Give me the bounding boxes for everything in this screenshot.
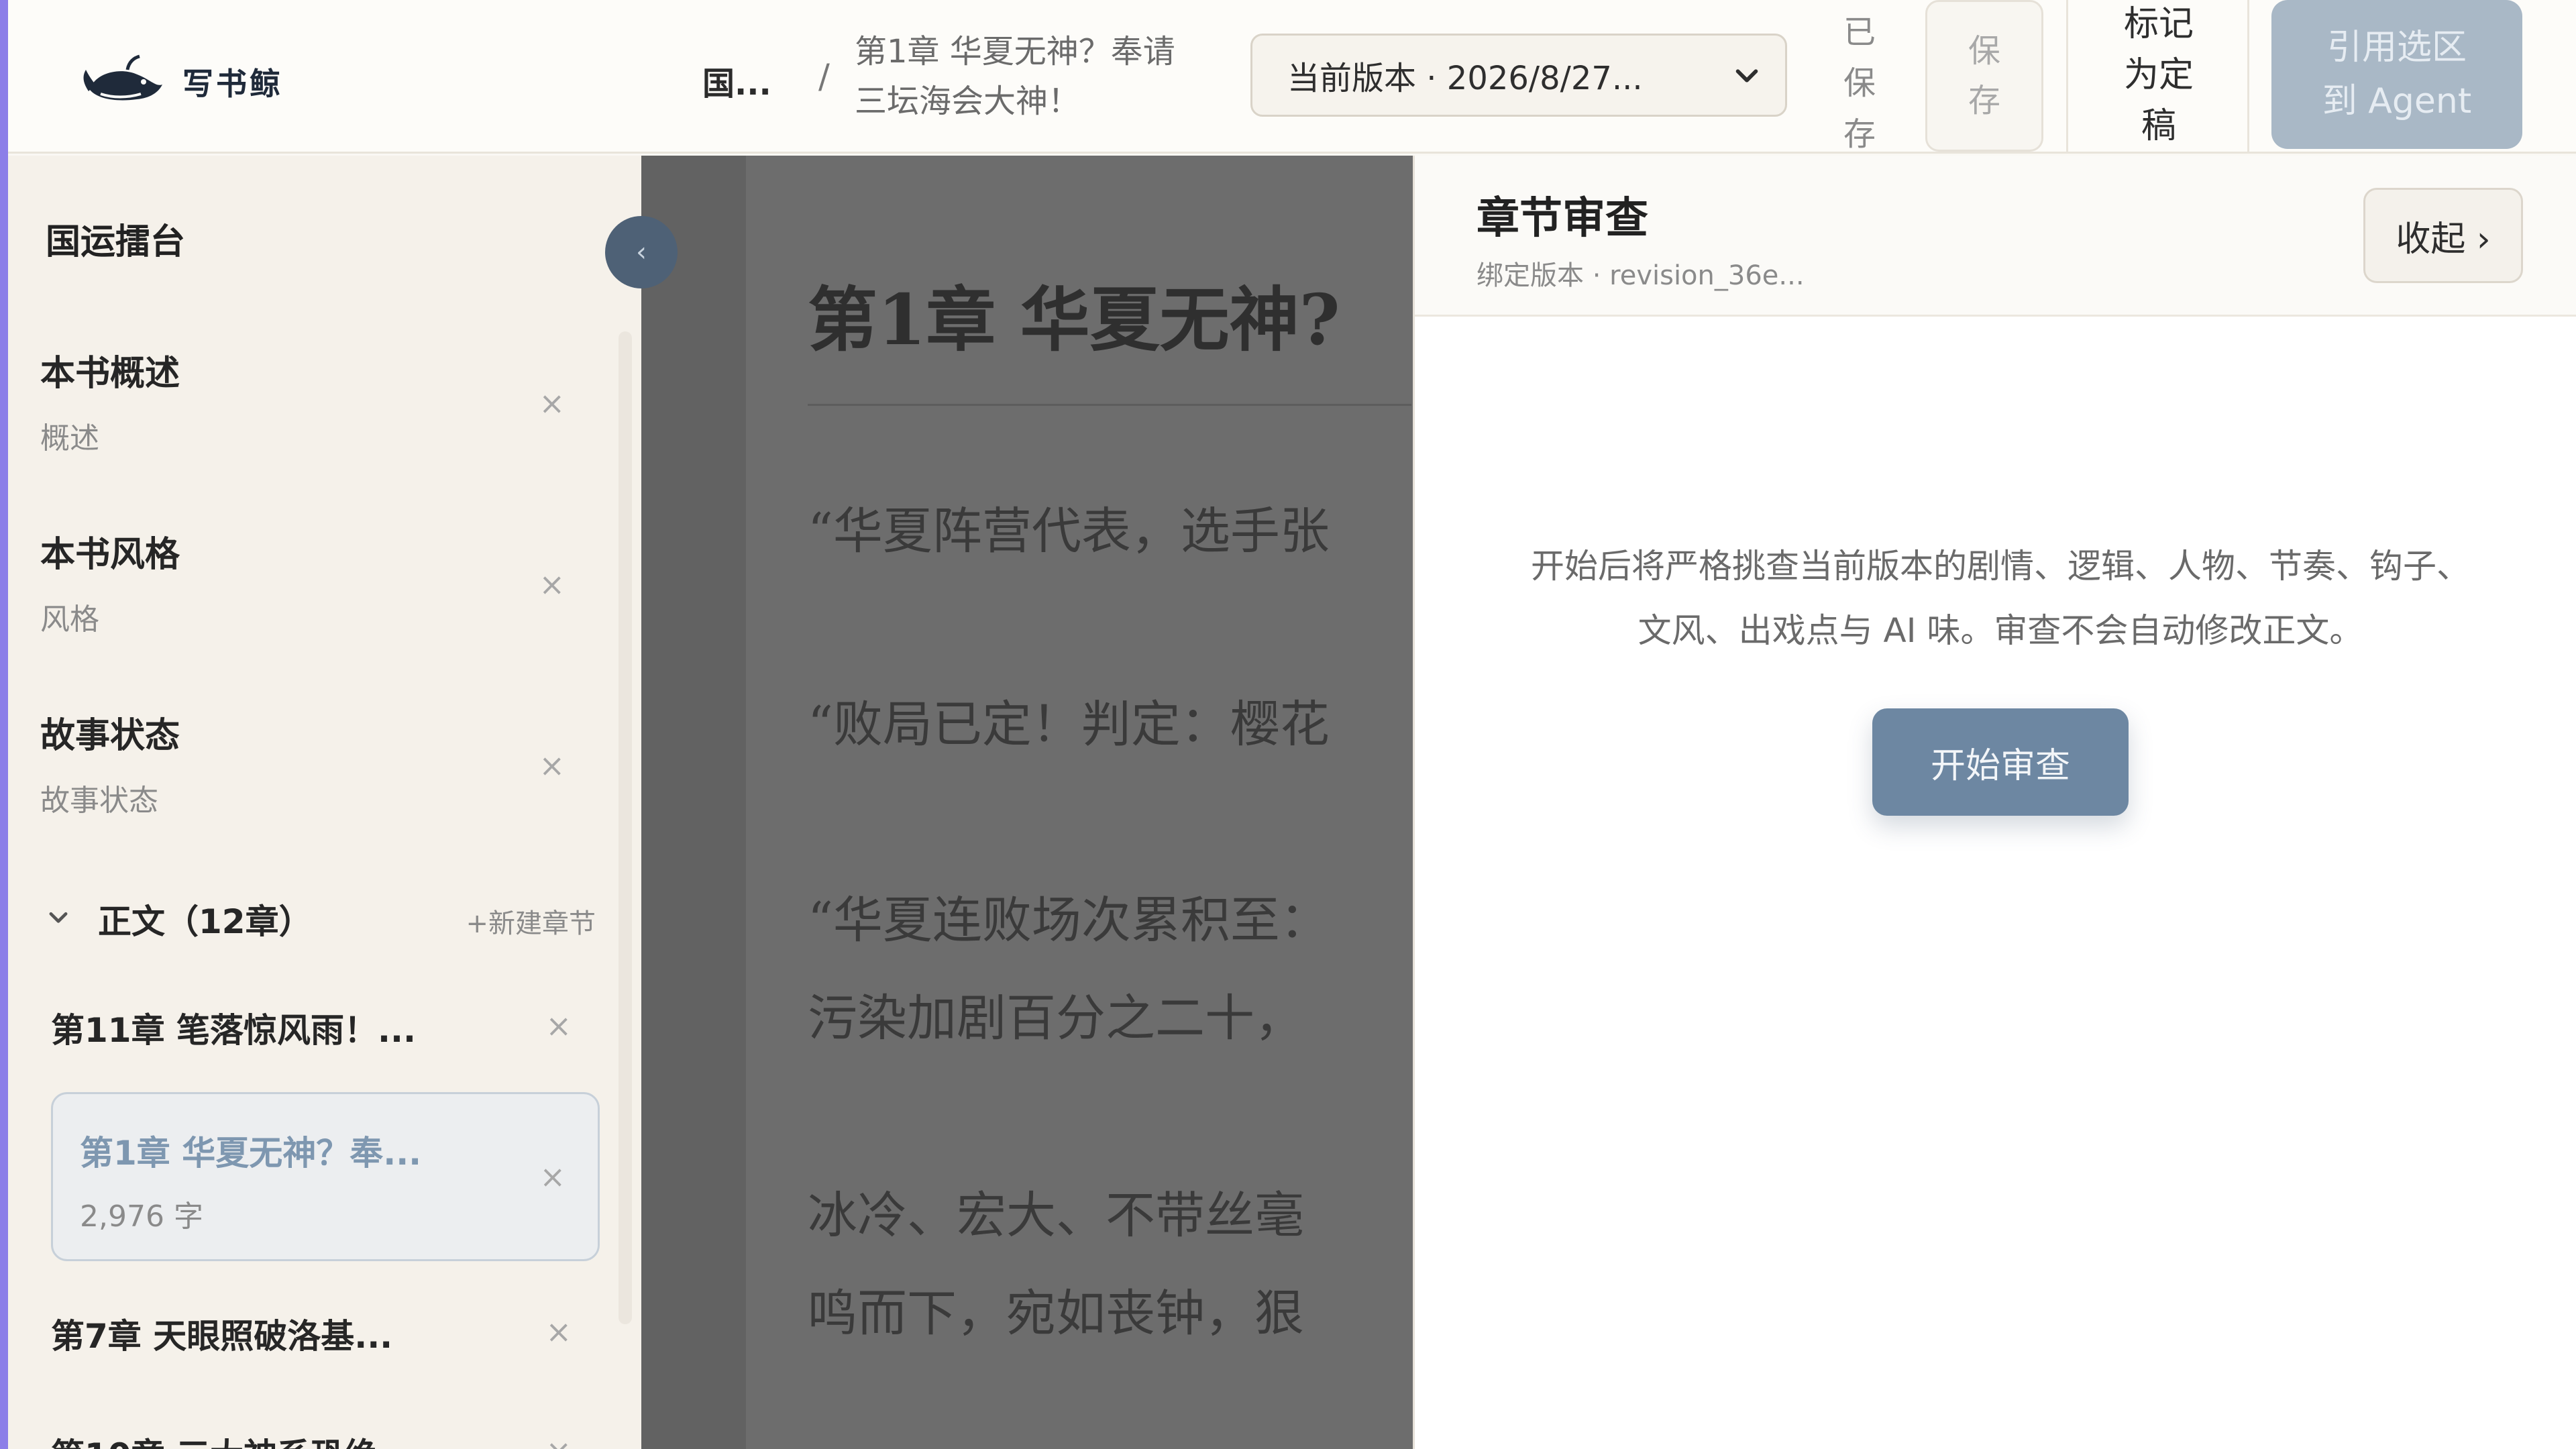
editor-paragraph: 冰冷、宏大、不带丝毫 <box>808 1187 1304 1244</box>
top-bar: 写书鲸 国... / 第1章 华夏无神？奉请三坛海会大神！ 当前版本 · 202… <box>8 0 2576 154</box>
quote-button-label-line1: 引用选区 <box>2326 28 2467 68</box>
chapter-word-count: 2,976 字 <box>80 1199 203 1234</box>
sidebar: 国运擂台 本书概述 概述 × 本书风格 风格 × 故事状态 故事状态 × 正文（… <box>8 156 641 1449</box>
editor-paragraph: 污染加剧百分之二十， <box>808 989 1304 1047</box>
app-window: 写书鲸 国... / 第1章 华夏无神？奉请三坛海会大神！ 当前版本 · 202… <box>0 0 2576 1449</box>
sidebar-collapse-button[interactable]: ‹ <box>605 216 678 288</box>
editor-gutter <box>641 156 746 1449</box>
breadcrumb-separator: / <box>818 57 830 96</box>
chapter-item-title: 第7章 天眼照破洛基... <box>51 1317 393 1356</box>
chapter-review-panel: 章节审查 绑定版本 · revision_36e... 收起 › 开始后将严格挑… <box>1413 156 2576 1449</box>
sidebar-item-subtitle: 风格 <box>40 602 99 637</box>
save-button-label: 保存 <box>1968 32 2000 119</box>
chapter-item-active[interactable]: 第1章 华夏无神？奉... 2,976 字 × <box>51 1092 600 1261</box>
editor-divider <box>808 404 1411 406</box>
close-icon[interactable]: × <box>545 1313 572 1350</box>
toolbar-divider <box>2247 0 2249 154</box>
chevron-down-icon <box>49 912 68 923</box>
whale-logo-icon <box>83 54 162 101</box>
close-icon[interactable]: × <box>545 1008 572 1044</box>
collapse-panel-button[interactable]: 收起 › <box>2363 188 2523 283</box>
sidebar-item-story-state[interactable]: 故事状态 故事状态 × <box>40 707 592 819</box>
editor-chapter-title: 第1章 华夏无神? <box>808 278 1340 361</box>
sidebar-scrollbar[interactable] <box>619 331 632 1324</box>
chapter-section-header[interactable]: 正文（12章） +新建章节 <box>46 892 596 946</box>
review-panel-title: 章节审查 <box>1477 194 1648 244</box>
sidebar-item-title: 本书风格 <box>40 535 180 575</box>
start-review-button[interactable]: 开始审查 <box>1872 708 2129 816</box>
finalize-button-label: 标记为定稿 <box>2123 3 2194 146</box>
sidebar-item-subtitle: 故事状态 <box>40 784 158 818</box>
close-icon[interactable]: × <box>539 566 565 602</box>
editor-area: 第1章 华夏无神? “华夏阵营代表，选手张 “败局已定！判定：樱花 “华夏连败场… <box>641 156 1413 1449</box>
finalize-button[interactable]: 标记为定稿 <box>2085 0 2233 154</box>
chapter-section-label: 正文（12章） <box>98 902 313 941</box>
sidebar-item-subtitle: 概述 <box>40 421 99 455</box>
close-icon[interactable]: × <box>545 1433 572 1449</box>
sidebar-item-title: 本书概述 <box>40 354 180 394</box>
version-select[interactable]: 当前版本 · 2026/8/27... <box>1250 34 1787 117</box>
chapter-item-title: 第11章 笔落惊风雨！... <box>51 1011 416 1050</box>
close-icon[interactable]: × <box>539 1159 566 1195</box>
quote-to-agent-button[interactable]: 引用选区 到 Agent <box>2271 0 2522 149</box>
sidebar-book-title: 国运擂台 <box>46 222 186 262</box>
review-panel-header: 章节审查 绑定版本 · revision_36e... 收起 › <box>1415 156 2576 317</box>
review-bound-version: 绑定版本 · revision_36e... <box>1477 260 1805 291</box>
editor-paragraph: “败局已定！判定：樱花 <box>808 696 1330 753</box>
chapter-item[interactable]: 第10章 三大神系恐绝... × <box>51 1429 594 1449</box>
new-chapter-button[interactable]: +新建章节 <box>466 902 596 941</box>
chevron-left-icon: ‹ <box>636 237 647 268</box>
quote-button-label-line2: 到 Agent <box>2322 81 2472 121</box>
chapter-item-title: 第10章 三大神系恐绝... <box>51 1429 594 1449</box>
breadcrumb-chapter: 第1章 华夏无神？奉请三坛海会大神！ <box>855 33 1175 120</box>
sidebar-item-style[interactable]: 本书风格 风格 × <box>40 526 592 638</box>
sidebar-item-overview[interactable]: 本书概述 概述 × <box>40 345 592 457</box>
saved-status: 已保存 <box>1843 13 1876 153</box>
sidebar-item-title: 故事状态 <box>40 716 180 756</box>
editor-paragraph: “华夏连败场次累积至： <box>808 892 1330 949</box>
close-icon[interactable]: × <box>539 385 565 421</box>
chapter-item-title: 第1章 华夏无神？奉... <box>80 1134 422 1173</box>
review-description: 开始后将严格挑查当前版本的剧情、逻辑、人物、节奏、钩子、文风、出戏点与 AI 味… <box>1531 547 2470 650</box>
chevron-down-icon <box>1735 69 1758 83</box>
close-icon[interactable]: × <box>539 747 565 784</box>
logo-text: 写书鲸 <box>182 66 283 102</box>
logo[interactable]: 写书鲸 <box>80 50 283 114</box>
save-button[interactable]: 保存 <box>1925 0 2043 152</box>
editor-paragraph: “华夏阵营代表，选手张 <box>808 502 1330 560</box>
chapter-item[interactable]: 第11章 笔落惊风雨！... × <box>51 1004 594 1052</box>
breadcrumb-book[interactable]: 国... <box>702 57 771 104</box>
chapter-item[interactable]: 第7章 天眼照破洛基... × <box>51 1309 594 1358</box>
editor-paragraph: 鸣而下，宛如丧钟，狠 <box>808 1285 1304 1342</box>
toolbar-divider <box>2066 0 2068 154</box>
version-select-value: 当前版本 · 2026/8/27... <box>1287 60 1643 97</box>
